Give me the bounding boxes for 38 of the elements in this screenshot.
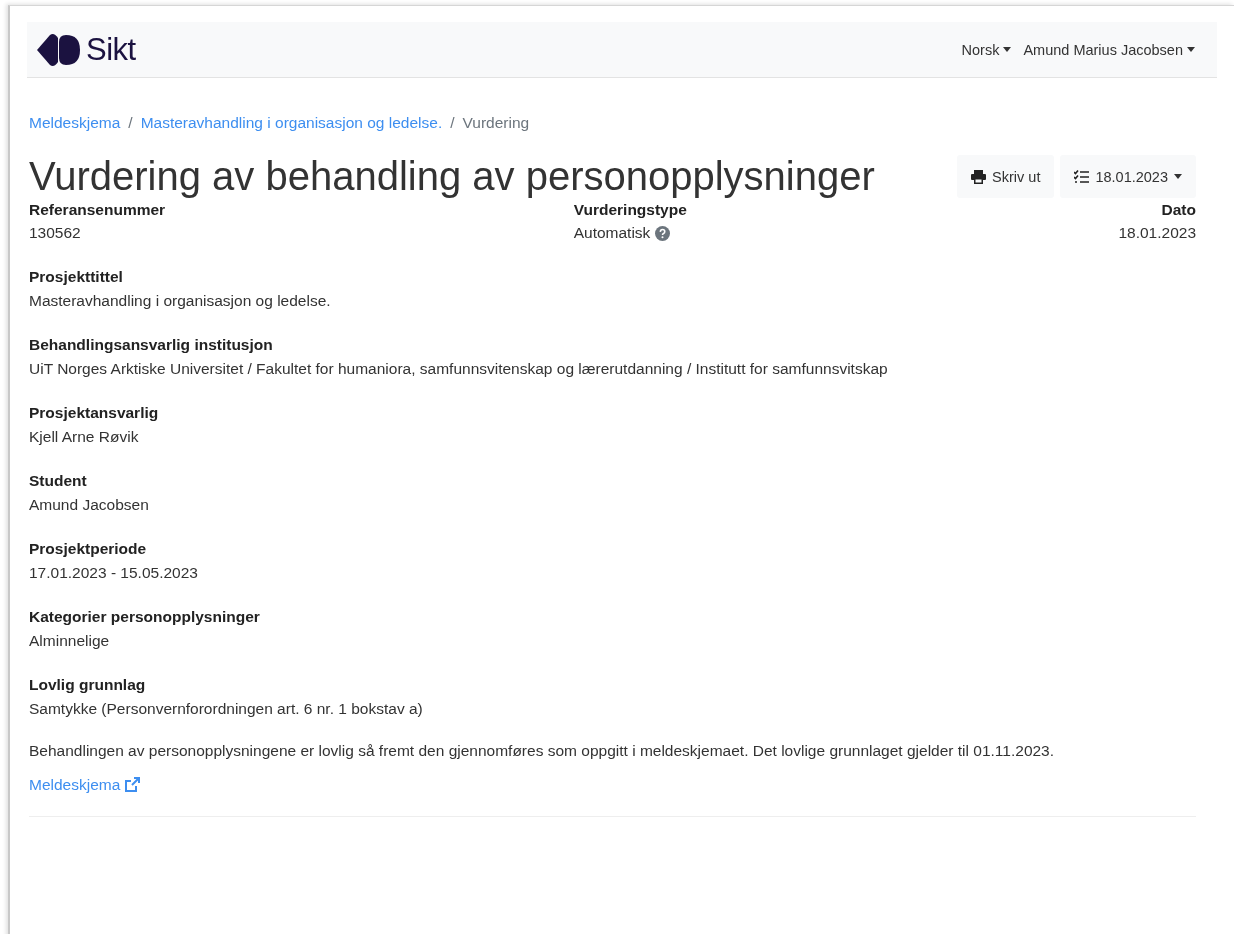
caret-icon — [1003, 47, 1012, 52]
field-value: Kjell Arne Røvik — [29, 428, 140, 446]
printer-icon — [971, 169, 987, 184]
field-label: Lovlig grunnlag — [29, 676, 147, 694]
field-value: Automatisk — [573, 224, 651, 242]
field-value: UiT Norges Arktiske Universitet / Fakultet for humaniora, samfunnsvitenskap og lærerutdanning / Institutt for samfunnsvitskap — [29, 360, 889, 378]
breadcrumb-current: Vurdering — [462, 114, 530, 132]
field-label: Student — [29, 472, 88, 490]
note-text: Behandlingen av personopplysningene er lovlig så fremt den gjennomføres som oppgitt i meldeskjemaet. Det lovlige grunnlaget gjelder til 01.11.2023. — [29, 742, 1056, 760]
page-title: Vurdering av behandling av personopplysninger — [29, 154, 875, 199]
field-value: 18.01.2023 — [1118, 224, 1196, 242]
field-label: Behandlingsansvarlig institusjon — [29, 336, 274, 354]
field-value: Masteravhandling i organisasjon og ledelse. — [29, 292, 332, 310]
print-button[interactable]: Skriv ut — [957, 155, 1055, 198]
breadcrumb-separator: / — [128, 114, 133, 132]
field-value: Amund Jacobsen — [29, 496, 150, 514]
menu-dropdown[interactable]: Amund Marius Jacobsen — [1023, 41, 1195, 58]
caret-icon — [1187, 47, 1195, 52]
field-label: Prosjekttittel — [29, 268, 124, 286]
field-label: Prosjektperiode — [29, 540, 148, 558]
field-label: Dato — [1161, 201, 1196, 219]
field-label: Prosjektansvarlig — [29, 404, 160, 422]
caret-icon — [1174, 174, 1182, 179]
logo-text: Sikt — [86, 31, 136, 68]
field-label: Vurderingstype — [573, 201, 688, 219]
menu-dropdown[interactable]: Norsk — [961, 41, 1012, 58]
version-dropdown[interactable]: 18.01.2023 — [1060, 155, 1196, 198]
field-label: Referansenummer — [29, 201, 167, 219]
breadcrumb-separator: / — [450, 114, 455, 132]
field-label: Kategorier personopplysninger — [29, 608, 261, 626]
field-value: Samtykke (Personvernforordningen art. 6 nr. 1 bokstav a) — [29, 700, 424, 718]
field-value: Alminnelige — [29, 632, 111, 650]
help-icon — [655, 225, 671, 241]
logo-icon — [37, 33, 80, 66]
external-link-icon — [124, 777, 141, 793]
field-value: 130562 — [29, 224, 81, 242]
checklist-icon — [1074, 169, 1090, 184]
field-value: 17.01.2023 - 15.05.2023 — [29, 564, 199, 582]
